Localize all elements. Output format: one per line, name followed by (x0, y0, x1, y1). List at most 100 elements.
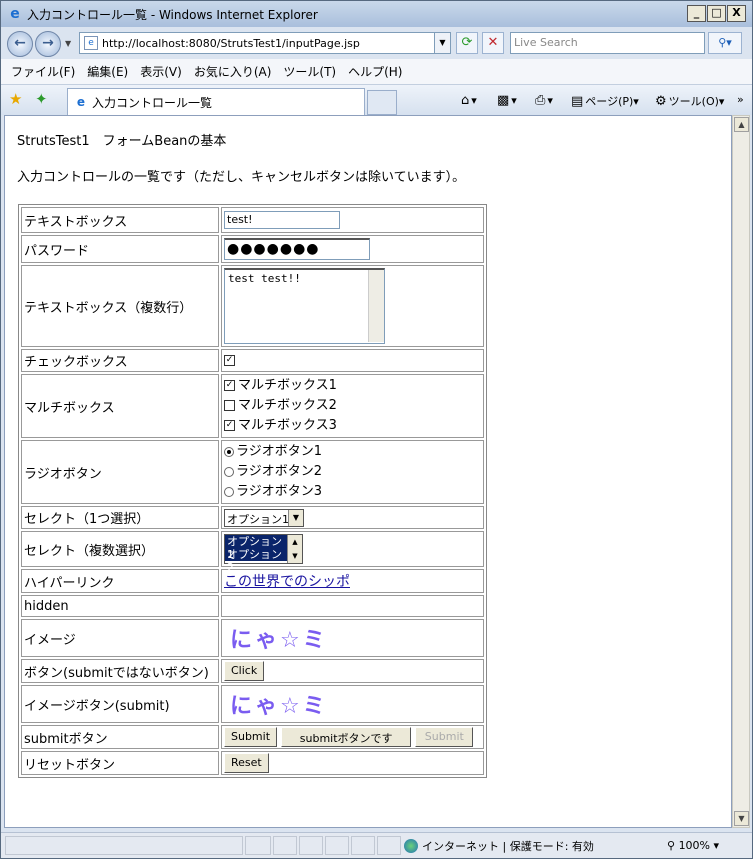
reset-button[interactable]: Reset (224, 753, 269, 773)
submit-button[interactable]: Submit (224, 727, 278, 747)
multi-select-scrollbar[interactable]: ▲ ▼ (287, 535, 302, 563)
page-scrollbar[interactable]: ▲ ▼ (732, 115, 750, 828)
multibox-checkbox-2[interactable] (224, 400, 235, 411)
menu-file[interactable]: ファイル(F) (11, 63, 75, 80)
menu-favorites[interactable]: お気に入り(A) (194, 63, 272, 80)
table-row: ボタン(submitではないボタン) Click (21, 659, 484, 683)
text-input[interactable]: test! (224, 211, 340, 229)
row-label: パスワード (21, 235, 219, 263)
search-button[interactable]: ⚲▾ (708, 32, 742, 54)
hidden-cell (221, 595, 484, 617)
row-label: チェックボックス (21, 349, 219, 372)
table-row: パスワード ●●●●●●● (21, 235, 484, 263)
submit-button-disabled: Submit (415, 727, 474, 747)
multi-select[interactable]: オプション1オプション2▲▼ (224, 534, 303, 574)
url-field[interactable]: e http://localhost:8080/StrutsTest1/inpu… (79, 32, 451, 54)
tab-current[interactable]: e 入力コントロール一覧 (67, 88, 365, 115)
status-pane (325, 836, 349, 855)
click-button[interactable]: Click (224, 661, 265, 681)
history-dropdown-icon[interactable]: ▼ (65, 39, 71, 48)
row-label: イメージ (21, 619, 219, 657)
title-bar: e 入力コントロール一覧 - Windows Internet Explorer… (1, 1, 752, 27)
forward-button[interactable]: → (35, 31, 61, 57)
password-input[interactable]: ●●●●●●● (224, 238, 370, 260)
radio-button-1[interactable] (224, 446, 234, 457)
magnifier-icon: ⚲ (667, 839, 676, 852)
feed-icon: ▩ (497, 93, 510, 108)
multibox-checkbox-1[interactable]: ✓ (224, 380, 235, 391)
single-select[interactable]: オプション1 ▼ (224, 508, 304, 527)
url-dropdown-icon[interactable]: ▼ (434, 33, 450, 53)
page-menu-button[interactable]: ▤ ページ(P) ▾ (571, 93, 639, 109)
table-row: チェックボックス ✓ (21, 349, 484, 372)
page-content: StrutsTest1 フォームBeanの基本 入力コントロールの一覧です（ただ… (4, 115, 732, 828)
scroll-down-icon[interactable]: ▼ (734, 811, 749, 826)
home-icon: ⌂ (461, 93, 470, 108)
window-title: 入力コントロール一覧 - Windows Internet Explorer (27, 7, 318, 22)
row-label: ラジオボタン (21, 440, 219, 504)
table-row: マルチボックス ✓ マルチボックス1 マルチボックス2 ✓ マルチボックス3 (21, 374, 484, 438)
table-row: イメージボタン(submit) にゃ☆ミ (21, 685, 484, 723)
gear-icon: ⚙ (655, 93, 667, 109)
add-favorite-icon[interactable]: ✦ (35, 91, 48, 107)
minimize-button[interactable]: _ (687, 5, 706, 22)
search-input[interactable]: Live Search (510, 32, 705, 54)
chevron-more-icon[interactable]: » (737, 93, 744, 106)
menu-edit[interactable]: 編集(E) (87, 63, 128, 80)
tab-ie-icon: e (76, 95, 86, 109)
zoom-control[interactable]: ⚲ 100% ▾ (667, 839, 719, 852)
multibox-checkbox-3[interactable]: ✓ (224, 420, 235, 431)
table-row: ハイパーリンク この世界でのシッポ (21, 569, 484, 593)
row-label: hidden (21, 595, 219, 617)
back-button[interactable]: ← (7, 31, 33, 57)
refresh-button[interactable]: ⟳ (456, 32, 478, 54)
image: にゃ☆ミ (230, 628, 328, 653)
menu-tools[interactable]: ツール(T) (283, 63, 336, 80)
status-pane (245, 836, 271, 855)
status-pane (273, 836, 297, 855)
multibox-item: ✓ マルチボックス3 (224, 418, 337, 433)
multibox-item: ✓ マルチボックス1 (224, 378, 337, 393)
scroll-down-icon[interactable]: ▼ (288, 549, 302, 563)
hyperlink[interactable]: この世界でのシッポ (224, 574, 350, 590)
submit-button-ja[interactable]: submitボタンです (281, 727, 412, 747)
image-submit-button[interactable]: にゃ☆ミ (224, 694, 328, 719)
tab-label: 入力コントロール一覧 (92, 95, 213, 110)
radio-button-3[interactable] (224, 486, 234, 497)
print-button[interactable]: ⎙ ▾ (535, 93, 553, 108)
feeds-button[interactable]: ▩ ▾ (497, 93, 517, 108)
row-label: リセットボタン (21, 751, 219, 775)
maximize-button[interactable]: □ (707, 5, 726, 22)
row-label: セレクト（複数選択） (21, 531, 219, 567)
controls-table: テキストボックス test! パスワード ●●●●●●● テキストボックス（複数… (18, 204, 487, 778)
menu-help[interactable]: ヘルプ(H) (348, 63, 402, 80)
page-heading: StrutsTest1 フォームBeanの基本 (17, 134, 227, 149)
radio-item: ラジオボタン2 (224, 462, 481, 482)
new-tab-button[interactable] (367, 90, 397, 115)
home-button[interactable]: ⌂ ▾ (461, 93, 477, 108)
status-pane (351, 836, 375, 855)
checkbox[interactable]: ✓ (224, 355, 235, 366)
textarea-input[interactable]: test test!! (224, 268, 385, 344)
page-menu-icon: ▤ (571, 93, 584, 109)
select-option[interactable]: オプション2 (225, 548, 287, 574)
table-row: テキストボックス test! (21, 207, 484, 233)
textarea-scrollbar[interactable] (368, 270, 384, 342)
security-zone[interactable]: インターネット | 保護モード: 有効 (404, 838, 594, 854)
row-label: マルチボックス (21, 374, 219, 438)
ie-logo-icon: e (10, 6, 20, 22)
status-pane (377, 836, 401, 855)
row-label: テキストボックス（複数行） (21, 265, 219, 347)
select-option[interactable]: オプション1 (225, 535, 287, 561)
tools-menu-button[interactable]: ⚙ ツール(O) ▾ (655, 93, 724, 109)
scroll-up-icon[interactable]: ▲ (734, 117, 749, 132)
chevron-down-icon[interactable]: ▼ (288, 509, 303, 526)
row-label: イメージボタン(submit) (21, 685, 219, 723)
scroll-up-icon[interactable]: ▲ (288, 535, 302, 549)
menu-view[interactable]: 表示(V) (140, 63, 182, 80)
radio-button-2[interactable] (224, 466, 234, 477)
favorites-star-icon[interactable]: ★ (9, 91, 22, 107)
stop-button[interactable]: ✕ (482, 32, 504, 54)
close-button[interactable]: X (727, 5, 746, 22)
menu-bar: ファイル(F) 編集(E) 表示(V) お気に入り(A) ツール(T) ヘルプ(… (1, 59, 752, 85)
